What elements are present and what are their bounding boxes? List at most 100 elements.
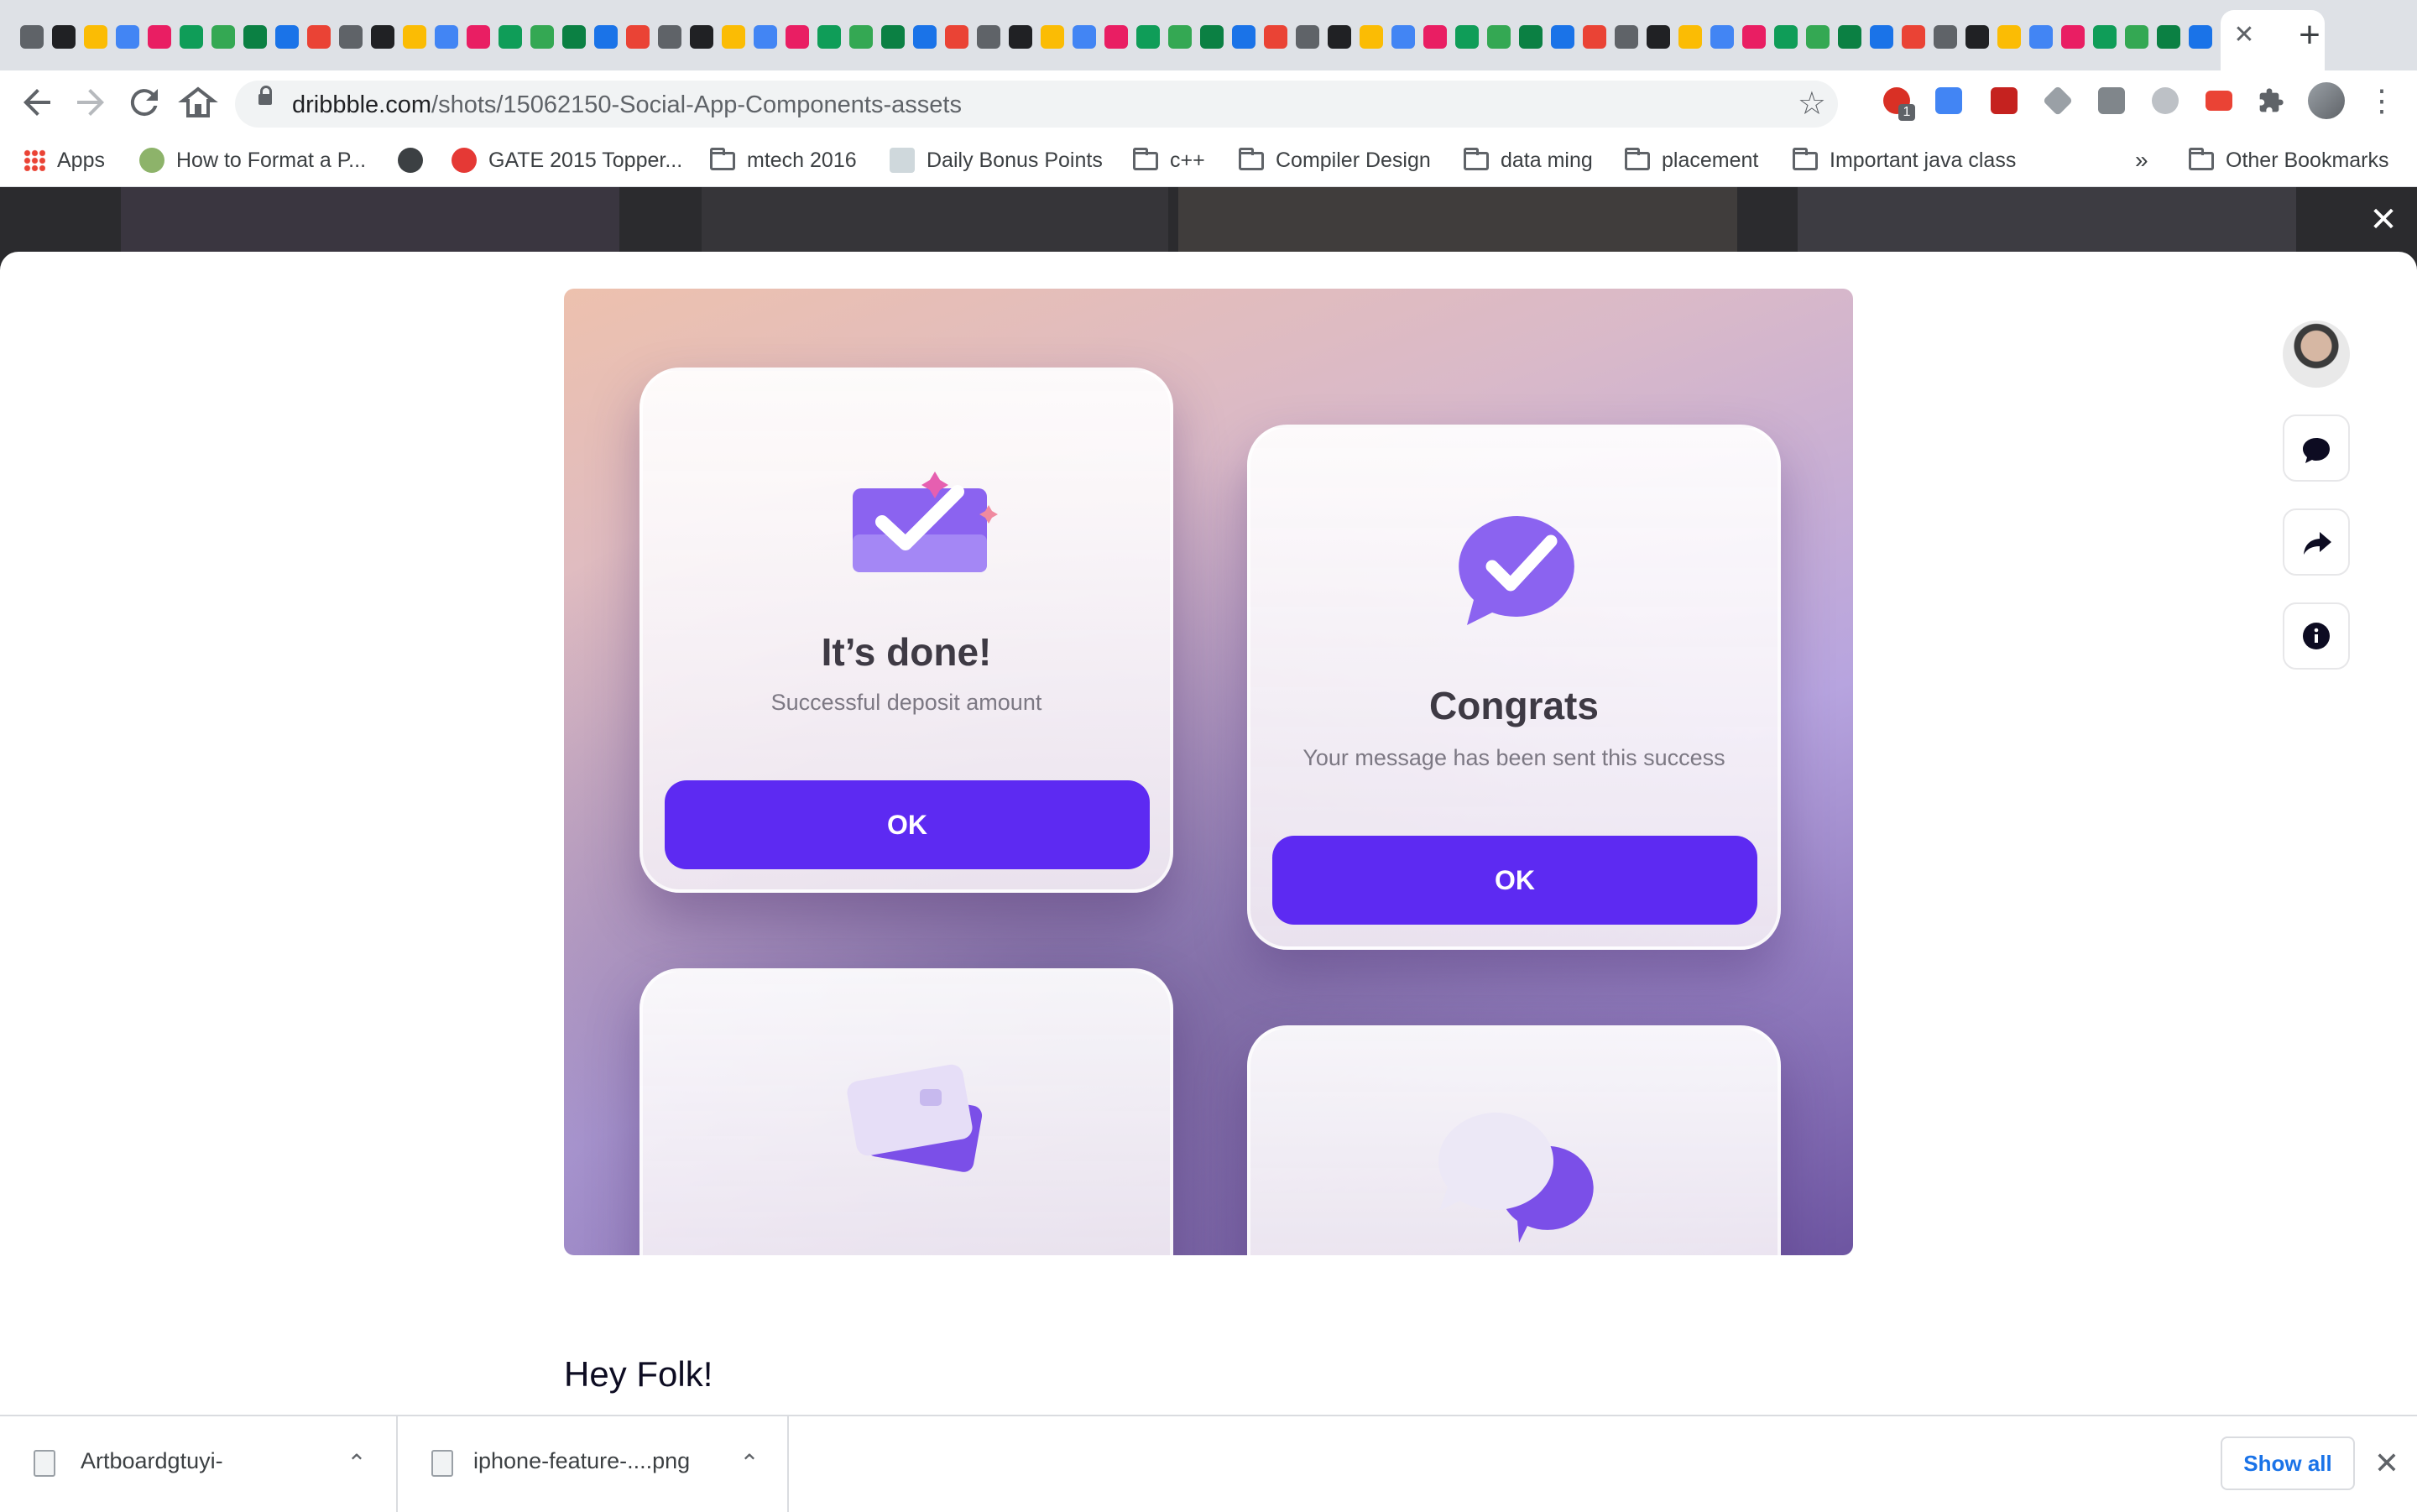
tab-favicon-icon[interactable] <box>2093 25 2117 49</box>
tab-favicon-icon[interactable] <box>2189 25 2212 49</box>
info-button[interactable] <box>2283 602 2350 670</box>
share-button[interactable] <box>2283 508 2350 576</box>
close-tab-icon[interactable]: ✕ <box>2231 22 2258 49</box>
extensions-icon[interactable] <box>2258 87 2284 114</box>
more-menu-icon[interactable]: ⋮ <box>2367 82 2397 119</box>
tab-favicon-icon[interactable] <box>945 25 968 49</box>
download-item[interactable]: Artboardgtuyi- ⌃ <box>0 1416 398 1512</box>
back-arrow-icon[interactable] <box>17 82 57 123</box>
reload-icon[interactable] <box>124 82 164 123</box>
tab-favicon-icon[interactable] <box>1870 25 1893 49</box>
url-text[interactable]: dribbble.com/shots/15062150-Social-App-C… <box>292 91 962 119</box>
tab-favicon-icon[interactable] <box>1551 25 1574 49</box>
tab-favicon-icon[interactable] <box>562 25 586 49</box>
tab-favicon-icon[interactable] <box>2029 25 2053 49</box>
tab-favicon-icon[interactable] <box>690 25 713 49</box>
bookmark-daily-bonus[interactable]: Daily Bonus Points <box>890 144 1103 176</box>
tab-favicon-icon[interactable] <box>116 25 139 49</box>
tab-favicon-icon[interactable] <box>1168 25 1192 49</box>
bookmark-format[interactable]: How to Format a P... <box>139 144 366 176</box>
tab-favicon-icon[interactable] <box>1200 25 1224 49</box>
tab-favicon-icon[interactable] <box>1806 25 1830 49</box>
tab-favicon-icon[interactable] <box>530 25 554 49</box>
tab-favicon-icon[interactable] <box>1583 25 1606 49</box>
bookmark-star-icon[interactable]: ☆ <box>1798 87 1826 121</box>
tab-favicon-icon[interactable] <box>1328 25 1351 49</box>
tab-favicon-icon[interactable] <box>20 25 44 49</box>
tab-favicon-icon[interactable] <box>1934 25 1957 49</box>
tab-favicon-icon[interactable] <box>754 25 777 49</box>
tab-favicon-icon[interactable] <box>658 25 681 49</box>
bookmark-cpp[interactable]: c++ <box>1133 144 1205 176</box>
new-tab-button[interactable]: + <box>2291 17 2328 55</box>
bookmark-java[interactable]: Important java class <box>1793 144 2016 176</box>
home-icon[interactable] <box>178 82 218 123</box>
tab-favicon-icon[interactable] <box>1838 25 1861 49</box>
tab-favicon-icon[interactable] <box>786 25 809 49</box>
tab-favicon-icon[interactable] <box>84 25 107 49</box>
tab-favicon-icon[interactable] <box>1391 25 1415 49</box>
tab-favicon-icon[interactable] <box>1710 25 1734 49</box>
tab-favicon-icon[interactable] <box>467 25 490 49</box>
tab-favicon-icon[interactable] <box>499 25 522 49</box>
tab-favicon-icon[interactable] <box>2157 25 2180 49</box>
bookmark-mtech[interactable]: mtech 2016 <box>710 144 857 176</box>
tab-favicon-icon[interactable] <box>1232 25 1255 49</box>
tab-favicon-icon[interactable] <box>1360 25 1383 49</box>
tb-extension-icon[interactable] <box>2098 87 2125 114</box>
tab-favicon-icon[interactable] <box>2061 25 2085 49</box>
tab-favicon-icon[interactable] <box>594 25 618 49</box>
tab-favicon-icon[interactable] <box>52 25 76 49</box>
tab-favicon-icon[interactable] <box>977 25 1000 49</box>
tab-favicon-icon[interactable] <box>626 25 650 49</box>
profile-avatar[interactable] <box>2308 82 2345 119</box>
tab-favicon-icon[interactable] <box>1264 25 1287 49</box>
tab-favicon-icon[interactable] <box>180 25 203 49</box>
tab-favicon-icon[interactable] <box>722 25 745 49</box>
tab-favicon-icon[interactable] <box>371 25 394 49</box>
tab-favicon-icon[interactable] <box>1009 25 1032 49</box>
tab-favicon-icon[interactable] <box>1742 25 1766 49</box>
translate-extension-icon[interactable] <box>1935 87 1962 114</box>
tab-favicon-icon[interactable] <box>1615 25 1638 49</box>
tab-favicon-icon[interactable] <box>1296 25 1319 49</box>
tab-favicon-icon[interactable] <box>1487 25 1511 49</box>
tab-favicon-icon[interactable] <box>403 25 426 49</box>
tab-favicon-icon[interactable] <box>1965 25 1989 49</box>
other-bookmarks[interactable]: Other Bookmarks <box>2189 144 2389 176</box>
tab-favicon-icon[interactable] <box>275 25 299 49</box>
tab-favicon-icon[interactable] <box>2125 25 2148 49</box>
tab-favicon-icon[interactable] <box>1455 25 1479 49</box>
tab-favicon-icon[interactable] <box>148 25 171 49</box>
bookmark-placement[interactable]: placement <box>1625 144 1758 176</box>
tab-favicon-icon[interactable] <box>1774 25 1798 49</box>
tab-favicon-icon[interactable] <box>849 25 873 49</box>
tab-favicon-icon[interactable] <box>1678 25 1702 49</box>
bookmark-gate[interactable]: GATE 2015 Topper... <box>452 144 682 176</box>
eye-extension-icon[interactable] <box>2206 91 2232 111</box>
tab-favicon-icon[interactable] <box>1647 25 1670 49</box>
chevron-up-icon[interactable]: ⌃ <box>737 1447 762 1480</box>
bookmark-globe[interactable] <box>398 144 435 176</box>
tab-favicon-icon[interactable] <box>1423 25 1447 49</box>
tab-favicon-icon[interactable] <box>211 25 235 49</box>
bookmark-data-ming[interactable]: data ming <box>1464 144 1593 176</box>
forward-arrow-icon[interactable] <box>70 82 111 123</box>
bookmarks-overflow[interactable]: » <box>2135 144 2148 176</box>
tab-favicon-icon[interactable] <box>1104 25 1128 49</box>
tab-favicon-icon[interactable] <box>1902 25 1925 49</box>
tab-favicon-icon[interactable] <box>435 25 458 49</box>
tab-favicon-icon[interactable] <box>1519 25 1543 49</box>
tab-favicon-icon[interactable] <box>339 25 363 49</box>
tab-favicon-icon[interactable] <box>243 25 267 49</box>
chevron-up-icon[interactable]: ⌃ <box>344 1447 369 1480</box>
tab-favicon-icon[interactable] <box>817 25 841 49</box>
comment-button[interactable] <box>2283 414 2350 482</box>
lock-icon[interactable] <box>258 86 272 105</box>
close-shelf-icon[interactable]: ✕ <box>2370 1445 2404 1482</box>
tab-favicon-icon[interactable] <box>1136 25 1160 49</box>
cloud-extension-icon[interactable] <box>2152 87 2179 114</box>
designer-avatar[interactable] <box>2283 321 2350 388</box>
tab-favicon-icon[interactable] <box>1073 25 1096 49</box>
tab-favicon-icon[interactable] <box>881 25 905 49</box>
